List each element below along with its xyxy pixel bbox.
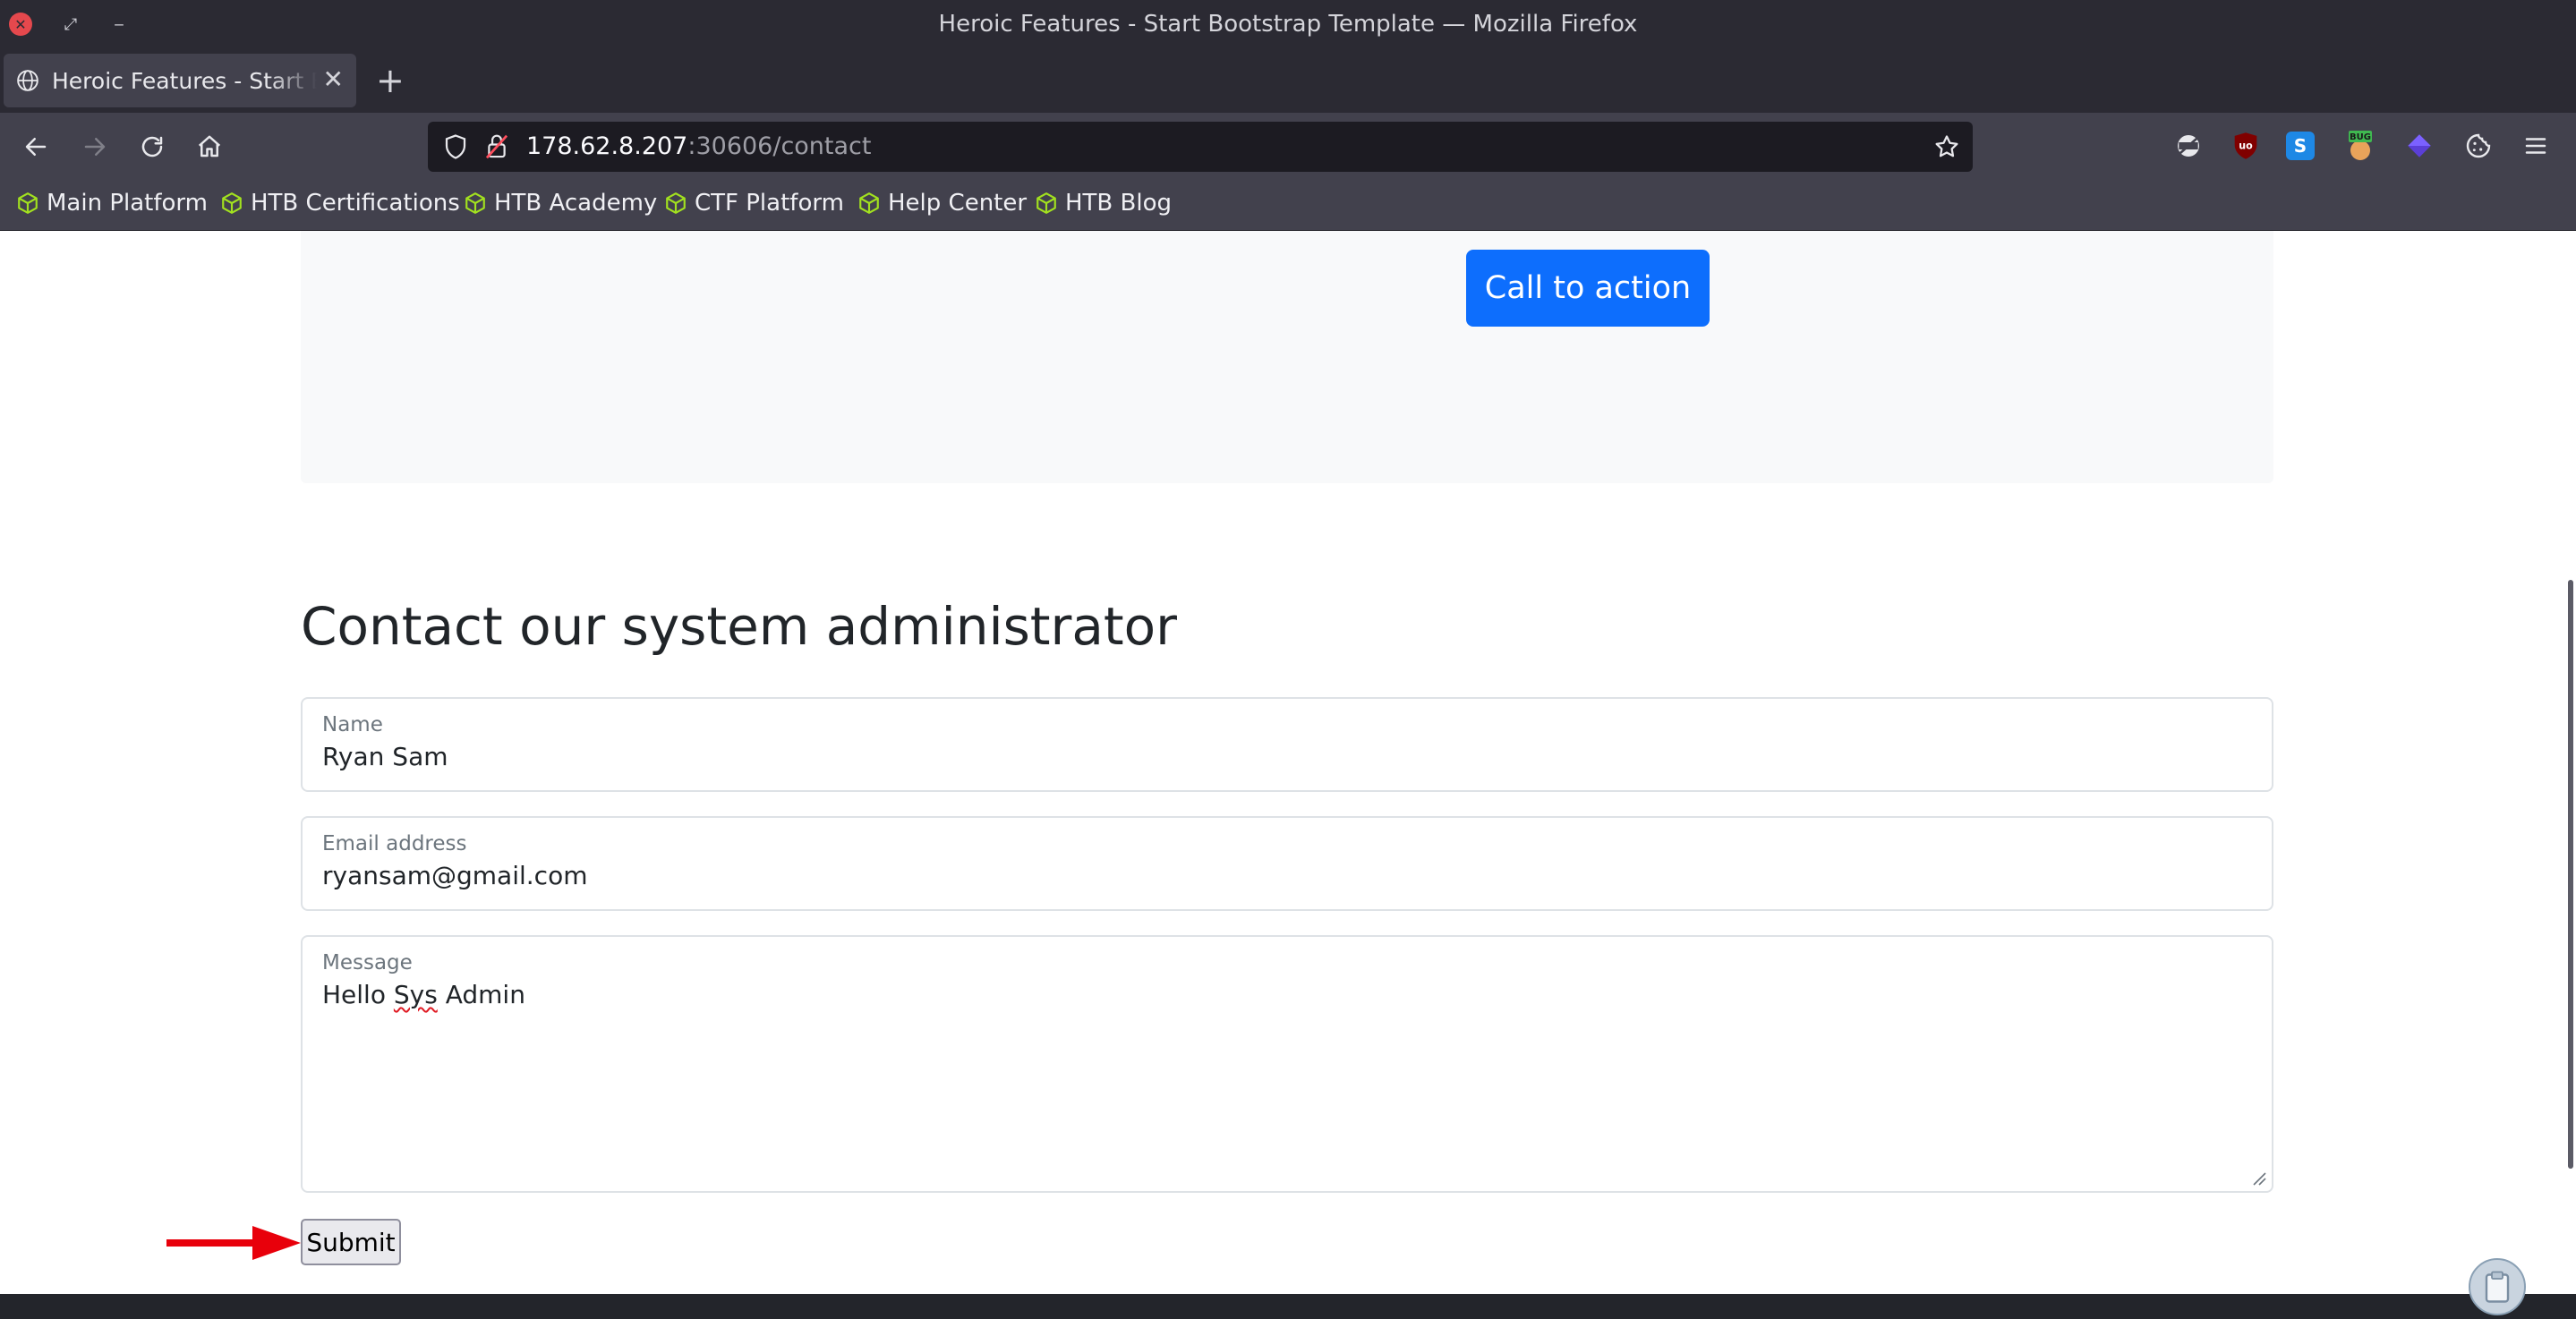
menu-icon[interactable] (2519, 129, 2553, 163)
bookmarks-toolbar: Main Platform HTB Certifications HTB Aca… (0, 181, 2576, 231)
message-text-end: Admin (437, 980, 525, 1009)
url-bar[interactable]: 178.62.8.207:30606/contact (428, 122, 1973, 172)
bookmark-htb-certifications[interactable]: HTB Certifications (220, 190, 460, 217)
misspelled-word: Sys (393, 980, 438, 1009)
new-tab-button[interactable]: + (376, 63, 405, 98)
message-label: Message (322, 951, 413, 974)
bottom-strip (0, 1294, 2576, 1319)
message-text-start: Hello (322, 980, 394, 1009)
page-viewport: Call to action Contact our system admini… (0, 231, 2576, 1294)
home-icon[interactable] (193, 131, 226, 163)
s-extension-icon[interactable]: S (2286, 132, 2315, 160)
resize-grip-icon[interactable] (2250, 1170, 2266, 1186)
bookmark-label: Help Center (888, 190, 1028, 217)
bookmark-label: HTB Certifications (251, 190, 460, 217)
contact-heading: Contact our system administrator (301, 596, 1178, 657)
ublock-origin-icon[interactable]: uo (2229, 129, 2263, 163)
insecure-lock-icon[interactable] (483, 132, 510, 161)
tab-heroic-features[interactable]: Heroic Features - Start Bootstrap Templa… (4, 54, 356, 107)
bookmark-label: HTB Blog (1065, 190, 1173, 217)
message-textarea[interactable]: Message Hello Sys Admin (301, 935, 2273, 1193)
message-value[interactable]: Hello Sys Admin (322, 980, 525, 1009)
scrollbar-thumb[interactable] (2568, 580, 2573, 1169)
tab-strip: Heroic Features - Start Bootstrap Templa… (0, 48, 2576, 113)
bug-label: BUG (2350, 132, 2371, 142)
hero-section: Call to action (301, 231, 2273, 483)
htb-cube-icon (18, 192, 38, 214)
htb-cube-icon (859, 192, 879, 214)
globe-icon (17, 70, 38, 91)
url-path: :30606/contact (687, 132, 872, 160)
tab-close-icon[interactable]: ✕ (323, 66, 344, 93)
window-titlebar: ✕ ⤢ ‒ Heroic Features - Start Bootstrap … (0, 0, 2576, 48)
bookmark-main-platform[interactable]: Main Platform (16, 190, 208, 217)
reload-icon[interactable] (136, 131, 168, 163)
clipboard-icon (2485, 1271, 2510, 1303)
diamond-extension-icon[interactable] (2402, 129, 2436, 163)
bookmark-help-center[interactable]: Help Center (857, 190, 1027, 217)
annotation-arrow-icon (166, 1226, 301, 1260)
bookmark-htb-blog[interactable]: HTB Blog (1035, 190, 1172, 217)
navigation-toolbar: 178.62.8.207:30606/contact uo S BUG (0, 113, 2576, 181)
call-to-action-button[interactable]: Call to action (1466, 250, 1710, 327)
email-label: Email address (322, 832, 467, 855)
forward-icon[interactable] (79, 131, 111, 163)
bug-extension-icon[interactable]: BUG (2343, 129, 2377, 163)
email-value[interactable]: ryansam@gmail.com (322, 861, 587, 890)
tab-title: Heroic Features - Start Bootstrap Templa… (52, 67, 317, 94)
htb-cube-icon (465, 192, 485, 214)
shield-icon[interactable] (442, 133, 469, 160)
bookmark-ctf-platform[interactable]: CTF Platform (664, 190, 844, 217)
bookmark-label: HTB Academy (494, 190, 658, 217)
email-field[interactable]: Email address ryansam@gmail.com (301, 816, 2273, 911)
htb-cube-icon (222, 192, 242, 214)
name-value[interactable]: Ryan Sam (322, 742, 448, 771)
htb-cube-icon (1036, 192, 1056, 214)
window-title: Heroic Features - Start Bootstrap Templa… (938, 11, 1638, 38)
bookmark-htb-academy[interactable]: HTB Academy (464, 190, 657, 217)
cookie-extension-icon[interactable] (2461, 129, 2495, 163)
bookmark-label: CTF Platform (695, 190, 844, 217)
bookmark-label: Main Platform (47, 190, 208, 217)
submit-button[interactable]: Submit (301, 1219, 401, 1265)
url-host: 178.62.8.207 (526, 132, 688, 160)
back-icon[interactable] (20, 131, 52, 163)
htb-cube-icon (666, 192, 686, 214)
page-scrollbar[interactable] (2563, 231, 2576, 1294)
privacy-extension-icon[interactable] (2171, 129, 2205, 163)
star-bookmark-icon[interactable] (1933, 133, 1960, 160)
name-field[interactable]: Name Ryan Sam (301, 697, 2273, 792)
clipboard-button[interactable] (2469, 1258, 2526, 1315)
ublock-label: uo (2239, 140, 2253, 152)
url-text[interactable]: 178.62.8.207:30606/contact (526, 132, 871, 160)
name-label: Name (322, 713, 383, 736)
